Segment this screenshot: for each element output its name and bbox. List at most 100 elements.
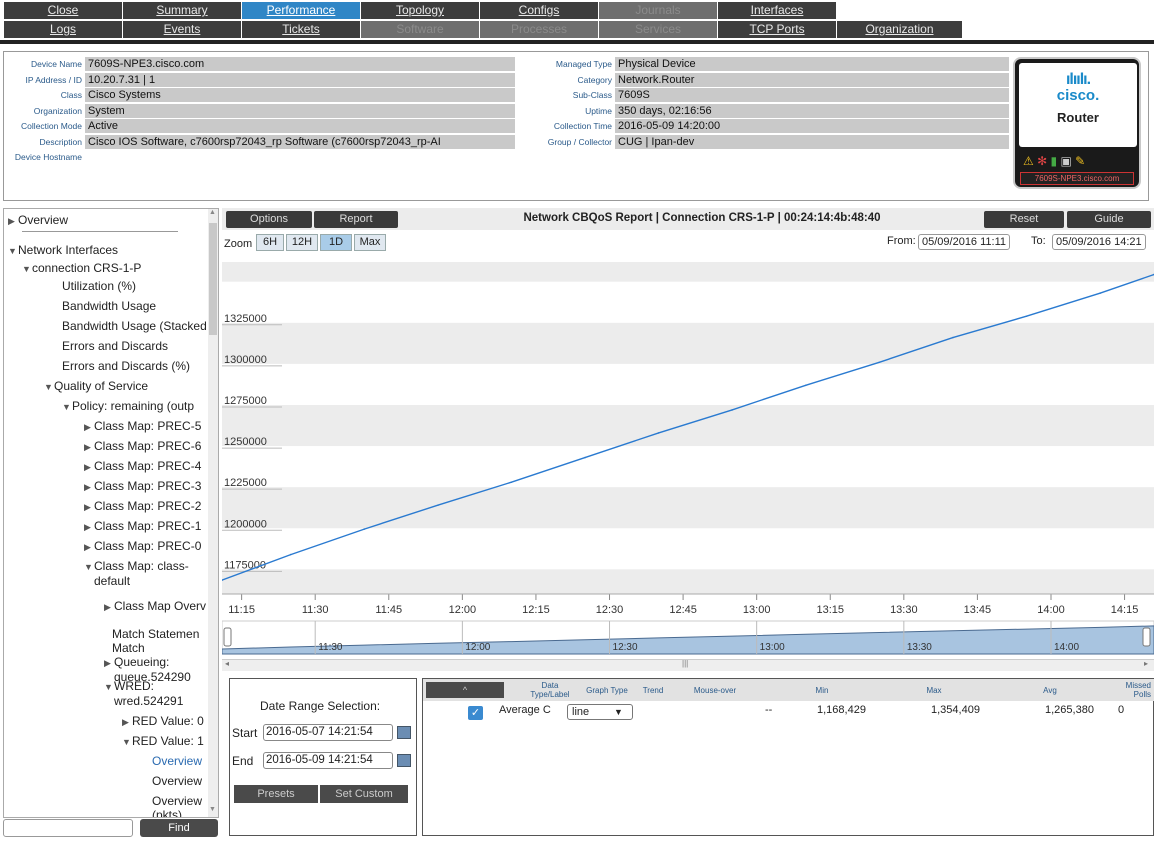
triangle-down-icon[interactable]: ▼	[8, 244, 18, 258]
tree-item[interactable]: Overview (pkts)	[152, 794, 202, 817]
tree-item[interactable]: ▼Network Interfaces	[8, 243, 118, 258]
info-value: Cisco IOS Software, c7600rsp72043_rp Sof…	[85, 134, 515, 149]
tree-item[interactable]: Errors and Discards	[62, 339, 168, 353]
nav-tab-configs[interactable]: Configs	[480, 2, 598, 19]
triangle-down-icon[interactable]: ▼	[22, 262, 32, 276]
triangle-right-icon[interactable]: ▶	[104, 656, 114, 670]
end-calendar-icon[interactable]	[397, 754, 411, 767]
triangle-right-icon[interactable]: ▶	[84, 440, 94, 454]
triangle-down-icon[interactable]: ▼	[84, 560, 94, 574]
device-status-icons[interactable]: ⚠ ✻ ▮ ▣ ✎	[1023, 154, 1085, 168]
nav-tab-organization[interactable]: Organization	[837, 21, 962, 38]
triangle-right-icon[interactable]: ▶	[122, 715, 132, 729]
tree-item-label: Overview	[18, 213, 69, 227]
bug-icon[interactable]: ✻	[1037, 154, 1047, 168]
start-date-input[interactable]: 2016-05-07 14:21:54	[263, 724, 393, 741]
chart-horizontal-scrollbar[interactable]: ◂ ||| ▸	[222, 659, 1154, 671]
find-input[interactable]	[3, 819, 133, 837]
guide-button[interactable]: Guide	[1067, 211, 1151, 228]
triangle-down-icon[interactable]: ▼	[122, 735, 132, 749]
start-calendar-icon[interactable]	[397, 726, 411, 739]
scroll-down-icon[interactable]: ▼	[209, 806, 216, 813]
nav-tab-close[interactable]: Close	[4, 2, 122, 19]
nav-tab-events[interactable]: Events	[123, 21, 241, 38]
tree-item[interactable]: ▶ Class Map: PREC-6	[84, 439, 201, 454]
triangle-right-icon[interactable]: ▶	[84, 500, 94, 514]
options-button[interactable]: Options	[226, 211, 312, 228]
scroll-right-icon[interactable]: ▸	[1144, 659, 1148, 668]
scroll-left-icon[interactable]: ◂	[225, 659, 229, 668]
to-date-input[interactable]: 05/09/2016 14:21	[1052, 234, 1146, 250]
tree-item[interactable]: Match Statemen Match	[112, 627, 199, 655]
scroll-grip-icon[interactable]: |||	[682, 659, 688, 668]
find-button[interactable]: Find	[140, 819, 218, 837]
date-range-title: Date Range Selection:	[260, 699, 381, 713]
tree-item[interactable]: Overview	[152, 774, 202, 788]
y-tick-label: 1200000	[224, 518, 267, 530]
triangle-down-icon[interactable]: ▼	[44, 380, 54, 394]
tree-item[interactable]: ▶ Overview	[8, 213, 68, 228]
triangle-right-icon[interactable]: ▶	[84, 460, 94, 474]
zoom-1d-button[interactable]: 1D	[320, 234, 352, 251]
tree-item[interactable]: ▶ Class Map: PREC-4	[84, 459, 201, 474]
presets-button[interactable]: Presets	[234, 785, 318, 803]
tree-item[interactable]: ▶ Class Map Overv	[104, 599, 206, 614]
tree-item[interactable]: ▶ Class Map: PREC-0	[84, 539, 201, 554]
x-tick-label: 11:30	[302, 604, 329, 616]
performance-bars-icon[interactable]: ▮	[1051, 154, 1058, 168]
zoom-6h-button[interactable]: 6H	[256, 234, 284, 251]
scroll-up-icon[interactable]: ▲	[209, 209, 216, 216]
tree-item[interactable]: ▶ RED Value: 0	[122, 714, 204, 729]
tree-item[interactable]: ▶ Class Map: PREC-1	[84, 519, 201, 534]
tree-item[interactable]: ▼RED Value: 1	[122, 734, 204, 749]
cbqos-chart[interactable]: 1175000 1200000 1225000 1250000 1275000 13000…	[222, 256, 1154, 659]
tree-item[interactable]: ▶ Class Map: PREC-2	[84, 499, 201, 514]
nav-tab-summary[interactable]: Summary	[123, 2, 241, 19]
printer-icon[interactable]: ▣	[1060, 154, 1071, 168]
tree-scrollbar[interactable]: ▲ ▼	[208, 209, 218, 817]
nav-tab-tickets[interactable]: Tickets	[242, 21, 360, 38]
tree-item-label: Queueing:	[114, 655, 170, 669]
reset-button[interactable]: Reset	[984, 211, 1064, 228]
tree-item[interactable]: ▶ Class Map: PREC-5	[84, 419, 201, 434]
set-custom-button[interactable]: Set Custom	[320, 785, 408, 803]
triangle-down-icon[interactable]: ▼	[62, 400, 72, 414]
triangle-right-icon[interactable]: ▶	[84, 480, 94, 494]
nav-tab-logs[interactable]: Logs	[4, 21, 122, 38]
triangle-right-icon[interactable]: ▶	[104, 600, 114, 614]
from-date-input[interactable]: 05/09/2016 11:11	[918, 234, 1011, 250]
nav-tab-topology[interactable]: Topology	[361, 2, 479, 19]
tree-item[interactable]: ▼Class Map: class-default	[84, 559, 189, 588]
tree-item[interactable]: Bandwidth Usage (Stacked	[62, 319, 207, 333]
plot-band	[222, 487, 1154, 529]
info-label: Collection Mode	[21, 121, 82, 131]
triangle-right-icon[interactable]: ▶	[84, 520, 94, 534]
triangle-right-icon[interactable]: ▶	[84, 540, 94, 554]
tree-item[interactable]: ▼WRED: wred.524291	[104, 679, 183, 708]
nav-tab-interfaces[interactable]: Interfaces	[718, 2, 836, 19]
end-date-input[interactable]: 2016-05-09 14:21:54	[263, 752, 393, 769]
tree-item[interactable]: Utilization (%)	[62, 279, 136, 293]
report-button[interactable]: Report	[314, 211, 398, 228]
series-visible-checkbox[interactable]: ✓	[468, 706, 483, 720]
tree-item[interactable]: Bandwidth Usage	[62, 299, 156, 313]
nav-tab-tcp-ports[interactable]: TCP Ports	[718, 21, 836, 38]
tree-item[interactable]: ▼Quality of Service	[44, 379, 148, 394]
tree-item[interactable]: ▼connection CRS-1-P	[22, 261, 141, 276]
nav-tab-performance[interactable]: Performance	[242, 2, 360, 19]
sort-button[interactable]: ^	[426, 682, 504, 698]
zoom-12h-button[interactable]: 12H	[286, 234, 318, 251]
tree-item[interactable]: ▶ Class Map: PREC-3	[84, 479, 201, 494]
zoom-max-button[interactable]: Max	[354, 234, 386, 251]
warning-icon[interactable]: ⚠	[1023, 154, 1034, 168]
triangle-down-icon[interactable]: ▼	[104, 680, 114, 694]
graph-type-select[interactable]: line ▼	[567, 704, 633, 720]
tree-item[interactable]: Errors and Discards (%)	[62, 359, 190, 373]
triangle-right-icon[interactable]: ▶	[8, 214, 18, 228]
tree-scroll-thumb[interactable]	[209, 223, 217, 335]
tree-item[interactable]: Overview	[152, 754, 202, 768]
triangle-right-icon[interactable]: ▶	[84, 420, 94, 434]
navigator-tick-label: 14:00	[1054, 642, 1079, 653]
tools-icon[interactable]: ✎	[1075, 154, 1085, 168]
tree-item[interactable]: ▼Policy: remaining (outp	[62, 399, 194, 414]
